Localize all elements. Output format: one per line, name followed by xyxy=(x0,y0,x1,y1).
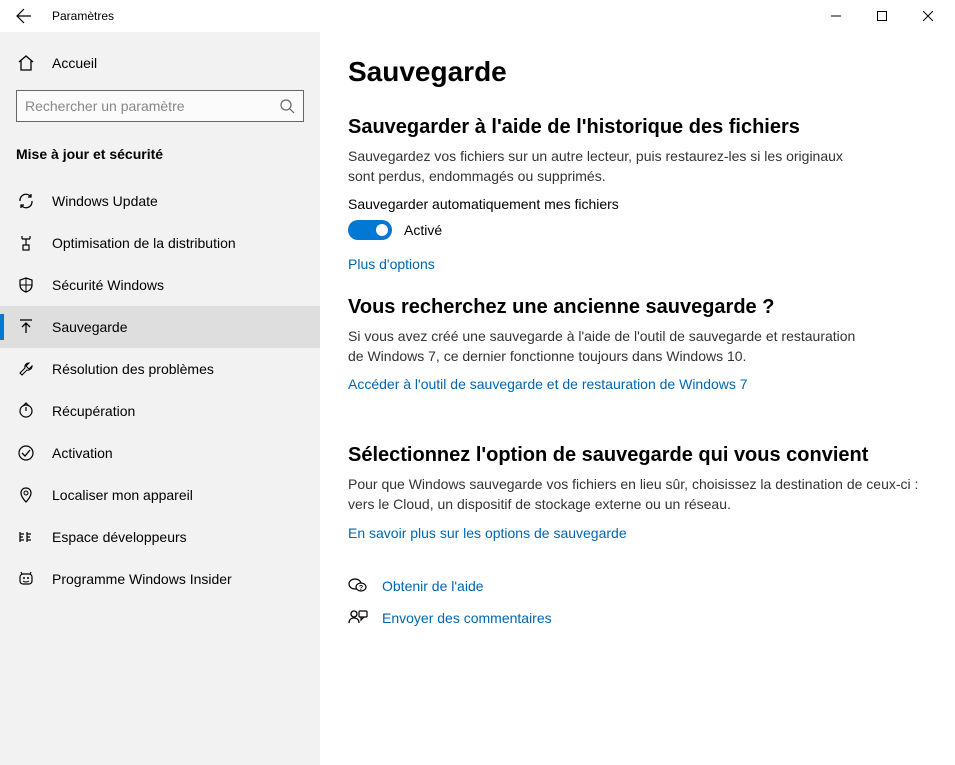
maximize-button[interactable] xyxy=(859,0,905,32)
distribution-icon xyxy=(16,234,36,252)
sidebar-item-troubleshoot[interactable]: Résolution des problèmes xyxy=(0,348,320,390)
sidebar-item-label: Espace développeurs xyxy=(52,529,187,545)
sidebar-home-label: Accueil xyxy=(52,55,97,71)
learn-more-backup-link[interactable]: En savoir plus sur les options de sauveg… xyxy=(348,525,627,541)
sidebar-item-label: Récupération xyxy=(52,403,135,419)
sidebar-item-windows-insider[interactable]: Programme Windows Insider xyxy=(0,558,320,600)
page-title: Sauvegarde xyxy=(348,56,927,88)
sidebar-item-find-my-device[interactable]: Localiser mon appareil xyxy=(0,474,320,516)
section-file-history-desc: Sauvegardez vos fichiers sur un autre le… xyxy=(348,147,868,186)
sidebar-item-label: Sauvegarde xyxy=(52,319,128,335)
developer-icon xyxy=(16,528,36,546)
sidebar-item-activation[interactable]: Activation xyxy=(0,432,320,474)
check-circle-icon xyxy=(16,444,36,462)
back-arrow-icon xyxy=(16,8,32,24)
back-button[interactable] xyxy=(4,0,44,32)
maximize-icon xyxy=(877,11,887,21)
titlebar: Paramètres xyxy=(0,0,955,32)
close-button[interactable] xyxy=(905,0,951,32)
backup-icon xyxy=(16,318,36,336)
feedback-icon xyxy=(348,609,368,627)
sidebar-item-delivery-optimization[interactable]: Optimisation de la distribution xyxy=(0,222,320,264)
auto-backup-toggle[interactable] xyxy=(348,220,392,240)
window-title: Paramètres xyxy=(52,9,114,23)
sidebar-item-windows-security[interactable]: Sécurité Windows xyxy=(0,264,320,306)
sidebar-item-label: Sécurité Windows xyxy=(52,277,164,293)
close-icon xyxy=(923,11,933,21)
feedback-row: Envoyer des commentaires xyxy=(348,609,927,627)
help-icon: ? xyxy=(348,577,368,595)
sidebar-item-label: Localiser mon appareil xyxy=(52,487,193,503)
section-file-history-heading: Sauvegarder à l'aide de l'historique des… xyxy=(348,116,927,139)
sidebar-item-windows-update[interactable]: Windows Update xyxy=(0,180,320,222)
get-help-link[interactable]: Obtenir de l'aide xyxy=(382,578,484,594)
sidebar-section-title: Mise à jour et sécurité xyxy=(0,134,320,180)
search-input[interactable] xyxy=(25,98,279,114)
sidebar-home[interactable]: Accueil xyxy=(0,44,320,82)
feedback-link[interactable]: Envoyer des commentaires xyxy=(382,610,552,626)
section-choose-option-heading: Sélectionnez l'option de sauvegarde qui … xyxy=(348,444,927,467)
location-icon xyxy=(16,486,36,504)
auto-backup-toggle-state: Activé xyxy=(404,222,442,238)
sidebar-item-label: Programme Windows Insider xyxy=(52,571,232,587)
toggle-knob xyxy=(376,224,388,236)
sidebar-item-label: Optimisation de la distribution xyxy=(52,235,236,251)
more-options-link[interactable]: Plus d'options xyxy=(348,256,435,272)
sidebar-item-label: Résolution des problèmes xyxy=(52,361,214,377)
sidebar: Accueil Mise à jour et sécurité Windows … xyxy=(0,32,320,765)
sidebar-item-backup[interactable]: Sauvegarde xyxy=(0,306,320,348)
wrench-icon xyxy=(16,360,36,378)
sidebar-item-for-developers[interactable]: Espace développeurs xyxy=(0,516,320,558)
section-choose-option-desc: Pour que Windows sauvegarde vos fichiers… xyxy=(348,475,927,514)
get-help-row: ? Obtenir de l'aide xyxy=(348,577,927,595)
section-old-backup-heading: Vous recherchez une ancienne sauvegarde … xyxy=(348,296,927,319)
recovery-icon xyxy=(16,402,36,420)
minimize-button[interactable] xyxy=(813,0,859,32)
main-panel: Sauvegarde Sauvegarder à l'aide de l'his… xyxy=(320,32,955,765)
sync-icon xyxy=(16,192,36,210)
win7-backup-link[interactable]: Accéder à l'outil de sauvegarde et de re… xyxy=(348,376,748,392)
search-box[interactable] xyxy=(16,90,304,122)
sidebar-item-label: Windows Update xyxy=(52,193,158,209)
auto-backup-toggle-label: Sauvegarder automatiquement mes fichiers xyxy=(348,196,927,212)
window-controls xyxy=(813,0,951,32)
home-icon xyxy=(16,54,36,72)
search-icon xyxy=(279,98,295,114)
insider-icon xyxy=(16,570,36,588)
svg-text:?: ? xyxy=(359,585,363,592)
sidebar-item-recovery[interactable]: Récupération xyxy=(0,390,320,432)
shield-icon xyxy=(16,276,36,294)
sidebar-item-label: Activation xyxy=(52,445,113,461)
section-old-backup-desc: Si vous avez créé une sauvegarde à l'aid… xyxy=(348,327,868,366)
minimize-icon xyxy=(831,11,841,21)
